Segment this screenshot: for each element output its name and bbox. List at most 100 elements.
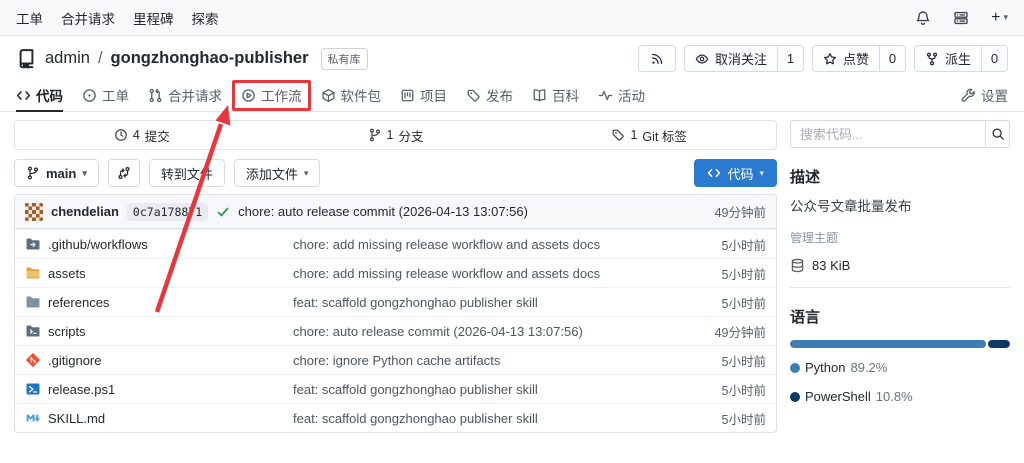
notifications-button[interactable] — [915, 10, 931, 26]
star-count[interactable]: 0 — [879, 46, 905, 71]
chevron-down-icon: ▾ — [82, 169, 87, 178]
file-link[interactable]: .gitignore — [48, 353, 101, 368]
branches-label: 分支 — [398, 126, 423, 145]
commit-message[interactable]: chore: auto release commit (2026-04-13 1… — [238, 204, 706, 219]
file-commit-message[interactable]: feat: scaffold gongzhonghao publisher sk… — [293, 382, 676, 397]
file-commit-message[interactable]: feat: scaffold gongzhonghao publisher sk… — [293, 411, 676, 426]
fork-label: 派生 — [945, 49, 971, 68]
nav-item-issues[interactable]: 工单 — [16, 8, 43, 28]
tab-pulls-label: 合并请求 — [168, 85, 222, 105]
repo-name-link[interactable]: gongzhonghao-publisher — [111, 49, 309, 68]
tab-wiki[interactable]: 百科 — [532, 79, 579, 111]
tab-pulls[interactable]: 合并请求 — [148, 79, 222, 111]
compare-button[interactable] — [108, 159, 140, 187]
file-name-cell: references — [25, 294, 293, 310]
nav-item-explore[interactable]: 探索 — [192, 8, 219, 28]
tags-stat[interactable]: 1 Git 标签 — [522, 126, 776, 145]
repo-stats-bar: 4 提交 1 分支 1 Git 标签 — [14, 120, 777, 150]
tab-packages[interactable]: 软件包 — [321, 79, 382, 111]
watch-count[interactable]: 1 — [777, 46, 803, 71]
nav-item-pulls[interactable]: 合并请求 — [61, 8, 115, 28]
file-link[interactable]: references — [48, 295, 109, 310]
file-name-cell: assets — [25, 265, 293, 281]
folder-workflows-icon — [25, 236, 41, 252]
file-commit-message[interactable]: feat: scaffold gongzhonghao publisher sk… — [293, 295, 676, 310]
fork-button[interactable]: 派生 0 — [914, 45, 1008, 72]
commits-stat[interactable]: 4 提交 — [15, 126, 269, 145]
file-link[interactable]: release.ps1 — [48, 382, 115, 397]
commit-status-success-icon[interactable] — [216, 205, 230, 219]
file-link[interactable]: .github/workflows — [48, 237, 148, 252]
unwatch-button[interactable]: 取消关注 1 — [684, 45, 804, 72]
commit-author[interactable]: chendelian — [51, 204, 119, 219]
code-search-button[interactable] — [985, 120, 1010, 148]
tags-count: 1 — [630, 128, 637, 142]
repo-path-separator: / — [98, 49, 103, 68]
language-legend: Python 89.2% PowerShell 10.8% — [790, 360, 1010, 404]
add-file-button[interactable]: 添加文件 ▾ — [234, 159, 321, 187]
avatar[interactable] — [25, 203, 43, 221]
branch-selector[interactable]: main ▾ — [14, 159, 99, 187]
identicon-image — [25, 203, 43, 221]
commit-time: 49分钟前 — [715, 202, 766, 221]
legend-item-powershell[interactable]: PowerShell 10.8% — [790, 389, 913, 404]
rss-feed-button[interactable] — [638, 45, 676, 72]
goto-file-button[interactable]: 转到文件 — [149, 159, 225, 187]
fork-count[interactable]: 0 — [981, 46, 1007, 71]
fork-button-main: 派生 — [915, 46, 981, 71]
tab-settings[interactable]: 设置 — [961, 79, 1008, 111]
legend-item-python[interactable]: Python 89.2% — [790, 360, 887, 375]
tab-wiki-label: 百科 — [552, 85, 579, 105]
star-button-main: 点赞 — [813, 46, 879, 71]
chevron-down-icon: ▾ — [759, 169, 764, 178]
goto-file-label: 转到文件 — [161, 164, 213, 183]
nav-item-milestones[interactable]: 里程碑 — [133, 8, 174, 28]
file-row: .gitignore chore: ignore Python cache ar… — [15, 345, 776, 374]
branch-icon — [26, 166, 40, 180]
star-button[interactable]: 点赞 0 — [812, 45, 906, 72]
repo-owner-link[interactable]: admin — [45, 49, 90, 68]
tab-projects[interactable]: 项目 — [400, 79, 447, 111]
repo-size: 83 KiB — [790, 258, 1010, 273]
tab-activity[interactable]: 活动 — [598, 79, 645, 111]
code-search — [790, 120, 1010, 148]
manage-topics-link[interactable]: 管理主题 — [790, 229, 1010, 246]
search-icon — [991, 127, 1005, 141]
repo-size-value: 83 KiB — [812, 258, 850, 273]
code-button-label: 代码 — [727, 164, 753, 183]
tab-workflows[interactable]: 工作流 — [241, 79, 302, 111]
language-bar-python[interactable] — [790, 340, 986, 348]
tab-code[interactable]: 代码 — [16, 79, 63, 111]
repo-action-buttons: 取消关注 1 点赞 0 派生 0 — [638, 45, 1008, 72]
language-bar-powershell[interactable] — [988, 340, 1010, 348]
file-link[interactable]: scripts — [48, 324, 86, 339]
repo-description: 公众号文章批量发布 — [790, 195, 1010, 215]
language-bar — [790, 340, 1010, 348]
branches-stat[interactable]: 1 分支 — [269, 126, 523, 145]
tab-activity-label: 活动 — [618, 85, 645, 105]
tab-releases[interactable]: 发布 — [466, 79, 513, 111]
unwatch-button-main: 取消关注 — [685, 46, 777, 71]
compare-icon — [117, 166, 131, 180]
create-new-button[interactable]: + ▾ — [991, 9, 1008, 27]
tag-icon — [466, 88, 481, 103]
file-link[interactable]: assets — [48, 266, 86, 281]
file-row: release.ps1 feat: scaffold gongzhonghao … — [15, 374, 776, 403]
powershell-file-icon — [25, 381, 41, 397]
code-search-input[interactable] — [790, 120, 985, 148]
code-download-button[interactable]: 代码 ▾ — [694, 159, 777, 187]
sidebar-divider — [790, 287, 1010, 288]
file-link[interactable]: SKILL.md — [48, 411, 105, 426]
code-icon — [707, 166, 721, 180]
commit-hash-badge[interactable]: 0c7a178871 — [127, 203, 208, 221]
file-commit-message[interactable]: chore: auto release commit (2026-04-13 1… — [293, 324, 676, 339]
add-file-label: 添加文件 — [246, 164, 298, 183]
language-percent: 89.2% — [850, 360, 887, 375]
file-commit-message[interactable]: chore: add missing release workflow and … — [293, 237, 676, 252]
file-commit-message[interactable]: chore: ignore Python cache artifacts — [293, 353, 676, 368]
language-name: Python — [805, 360, 845, 375]
file-commit-message[interactable]: chore: add missing release workflow and … — [293, 266, 676, 281]
python-color-dot — [790, 363, 800, 373]
admin-panel-button[interactable] — [953, 10, 969, 26]
tab-issues[interactable]: 工单 — [82, 79, 129, 111]
